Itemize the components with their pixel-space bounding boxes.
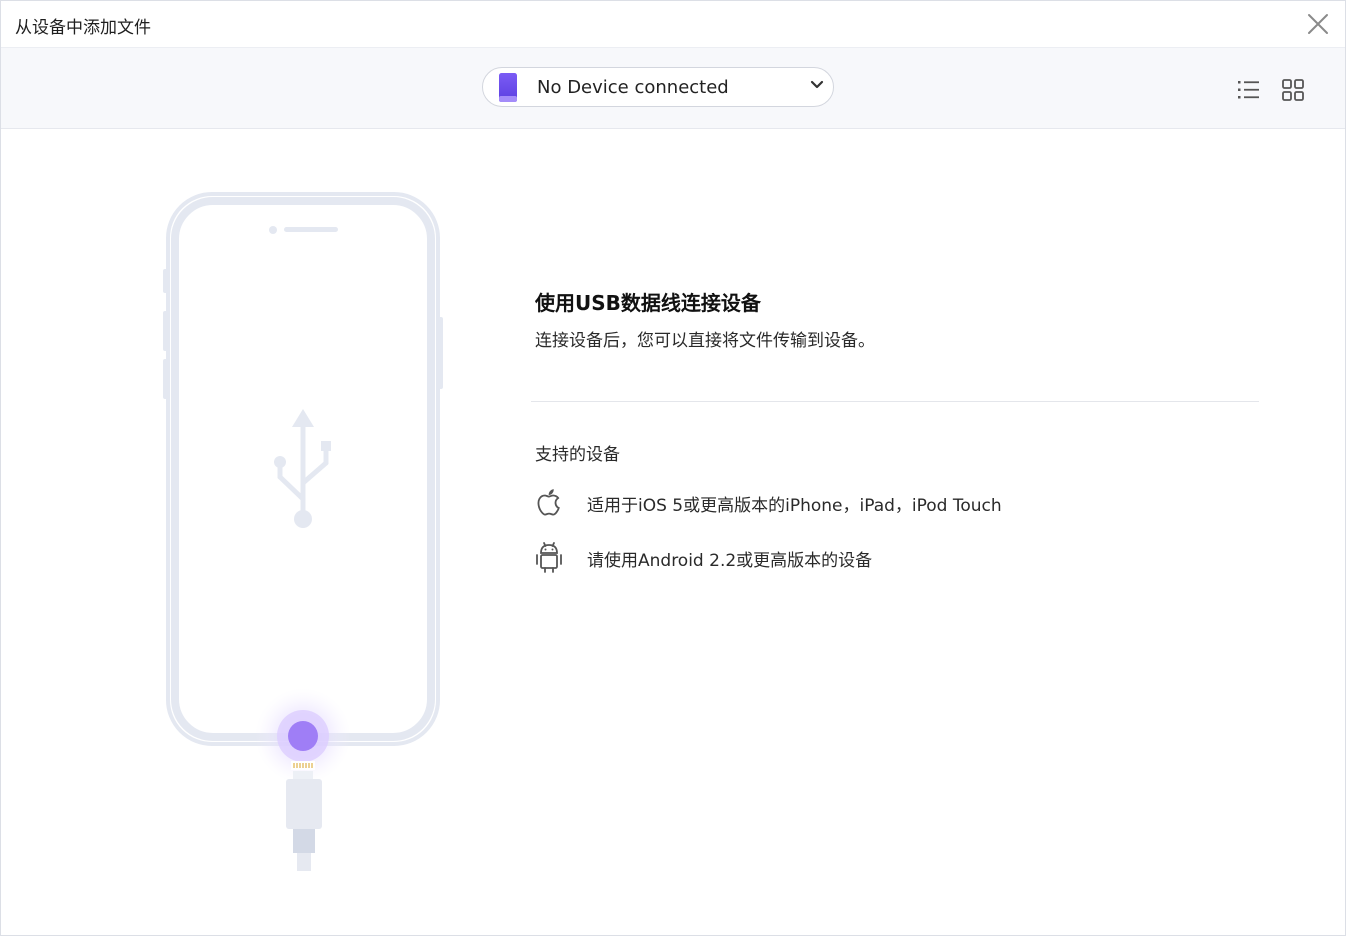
add-files-dialog: 从设备中添加文件 No Device connected 使用USB数据线连接设… (0, 0, 1346, 936)
supported-item-android: 请使用Android 2.2或更高版本的设备 (533, 540, 1233, 574)
supported-devices-title: 支持的设备 (535, 445, 620, 465)
title-bar: 从设备中添加文件 (1, 1, 1345, 47)
close-icon (1308, 14, 1328, 34)
close-button[interactable] (1305, 11, 1331, 37)
supported-item-ios-text: 适用于iOS 5或更高版本的iPhone，iPad，iPod Touch (587, 496, 1002, 516)
grid-view-button[interactable] (1281, 78, 1305, 102)
page-subtitle: 连接设备后，您可以直接将文件传输到设备。 (535, 331, 875, 351)
device-selected-label: No Device connected (537, 77, 729, 98)
grid-view-icon (1282, 79, 1304, 101)
supported-item-ios: 适用于iOS 5或更高版本的iPhone，iPad，iPod Touch (533, 485, 1233, 519)
device-phone-icon (499, 73, 517, 102)
apple-icon (537, 489, 560, 516)
android-icon (536, 542, 562, 573)
supported-item-android-text: 请使用Android 2.2或更高版本的设备 (587, 551, 873, 571)
page-title: 使用USB数据线连接设备 (535, 291, 761, 315)
list-view-icon (1238, 81, 1259, 99)
window-title: 从设备中添加文件 (15, 18, 151, 38)
list-view-button[interactable] (1237, 78, 1261, 102)
divider (531, 401, 1259, 402)
toolbar: No Device connected (1, 47, 1345, 129)
device-selector[interactable]: No Device connected (482, 67, 834, 107)
phone-usb-illustration (163, 192, 443, 871)
chevron-down-icon (810, 80, 824, 89)
